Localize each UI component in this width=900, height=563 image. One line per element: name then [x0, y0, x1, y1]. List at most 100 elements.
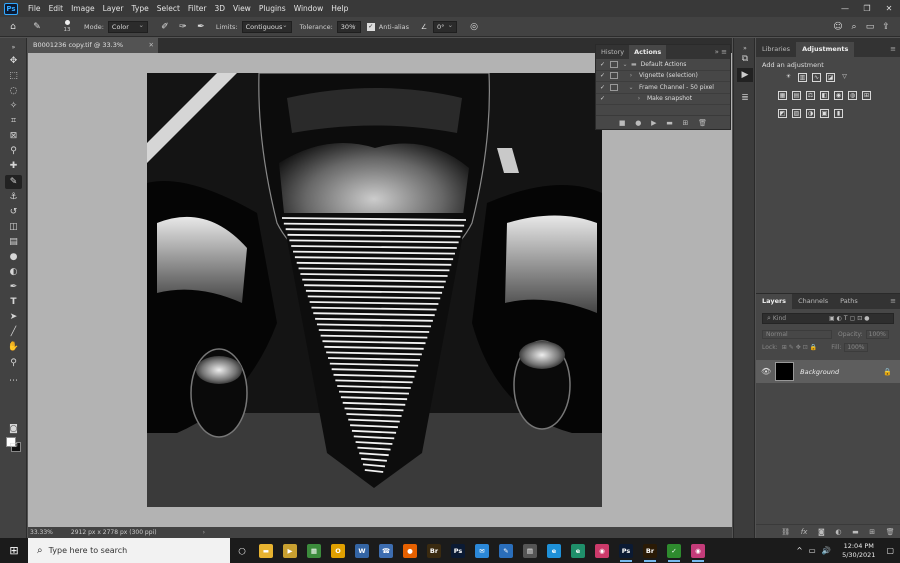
menu-image[interactable]: Image	[67, 0, 99, 17]
play-icon[interactable]: ▶	[651, 119, 656, 127]
tab-libraries[interactable]: Libraries	[756, 42, 796, 57]
posterize-icon[interactable]: ▨	[792, 109, 801, 118]
screen-mode-icon[interactable]: ▭	[5, 438, 22, 452]
blur-tool-icon[interactable]: ●	[5, 250, 22, 264]
taskbar-edge-app[interactable]: e	[566, 538, 590, 563]
taskbar-mail-app[interactable]: ✉	[470, 538, 494, 563]
taskbar-file-explorer[interactable]: ▬	[254, 538, 278, 563]
marquee-tool-icon[interactable]: ⬚	[5, 69, 22, 83]
taskbar-chrome-running[interactable]: ◉	[686, 538, 710, 563]
taskbar-ie-app[interactable]: e	[542, 538, 566, 563]
brush-tool-icon[interactable]: ✎	[5, 175, 22, 189]
dialog-toggle-icon[interactable]	[610, 60, 618, 68]
menu-window[interactable]: Window	[290, 0, 328, 17]
hue-sat-icon[interactable]: ▤	[792, 91, 801, 100]
windows-start-icon[interactable]: ⊞	[0, 538, 28, 563]
vibrance-icon[interactable]: ▦	[778, 91, 787, 100]
sampling-once-icon[interactable]: ✑	[176, 20, 190, 34]
eraser-tool-icon[interactable]: ◫	[5, 220, 22, 234]
check-icon[interactable]: ✓	[598, 72, 607, 79]
filter-type-icons[interactable]: ▣◐T▢⊡●	[829, 314, 872, 323]
layer-name[interactable]: Background	[800, 368, 839, 376]
new-adjustment-icon[interactable]: ◐	[835, 528, 841, 536]
lock-icons[interactable]: ⊞✎✥⊡🔒	[782, 344, 820, 351]
twisty-icon[interactable]: ›	[635, 95, 643, 102]
close-tab-icon[interactable]: ✕	[149, 38, 154, 53]
document-canvas-image[interactable]	[147, 73, 602, 507]
color-balance-icon[interactable]: ⚖	[806, 91, 815, 100]
network-icon[interactable]: ▭	[809, 546, 816, 555]
tray-chevron-icon[interactable]: ^	[796, 546, 802, 555]
notifications-icon[interactable]: ▢	[886, 546, 894, 555]
gradient-fill-icon[interactable]: ▮	[834, 109, 843, 118]
taskbar-photoshop-running[interactable]: Ps	[614, 538, 638, 563]
selective-color-icon[interactable]: ▣	[820, 109, 829, 118]
menu-help[interactable]: Help	[327, 0, 352, 17]
type-tool-icon[interactable]: T	[5, 295, 22, 309]
action-row[interactable]: ✓ ⌄ ▬ Default Actions	[596, 59, 730, 71]
sampling-background-icon[interactable]: ✒	[194, 20, 208, 34]
pressure-icon[interactable]: ◎	[467, 20, 481, 34]
layer-lock-icon[interactable]: 🔒	[883, 368, 892, 376]
actions-panel-icon[interactable]: ▶	[737, 68, 753, 82]
taskbar-media-app[interactable]: ▶	[278, 538, 302, 563]
blend-mode-select[interactable]: Normal	[762, 330, 832, 339]
eye-visibility-icon[interactable]: 👁	[761, 367, 771, 376]
menu-plugins[interactable]: Plugins	[255, 0, 290, 17]
taskbar-word-app[interactable]: W	[350, 538, 374, 563]
taskbar-check-app[interactable]: ✓	[662, 538, 686, 563]
menu-type[interactable]: Type	[128, 0, 153, 17]
more-tools-icon[interactable]: ⋯	[5, 374, 22, 388]
threshold-icon[interactable]: ◑	[806, 109, 815, 118]
workspace-icon[interactable]: ▭	[862, 22, 878, 32]
document-tab[interactable]: B0001236 copy.tif @ 33.3% (Gray/16*) ✕	[28, 38, 158, 64]
angle-input[interactable]: 0°	[433, 20, 458, 33]
properties-panel-icon[interactable]: ≣	[737, 91, 753, 105]
layer-row-background[interactable]: 👁 Background 🔒	[756, 360, 900, 383]
brightness-icon[interactable]: ☀	[784, 73, 793, 82]
check-icon[interactable]: ✓	[598, 84, 607, 91]
frame-tool-icon[interactable]: ⊠	[5, 129, 22, 143]
zoom-tool-icon[interactable]: ⚲	[5, 356, 22, 370]
menu-view[interactable]: View	[229, 0, 255, 17]
path-select-tool-icon[interactable]: ➤	[5, 310, 22, 324]
taskbar-outlook-app[interactable]: O	[326, 538, 350, 563]
action-row[interactable]: ✓ › Make snapshot	[596, 94, 730, 105]
gradient-tool-icon[interactable]: ▤	[5, 235, 22, 249]
eyedropper-tool-icon[interactable]: ⚲	[5, 144, 22, 158]
invert-icon[interactable]: ◩	[778, 109, 787, 118]
minimize-button[interactable]: —	[834, 0, 856, 17]
layer-mask-icon[interactable]: ◙	[818, 528, 825, 536]
opacity-input[interactable]: 100%	[865, 330, 889, 339]
tolerance-input[interactable]: 30%	[336, 20, 361, 33]
action-row[interactable]: ✓ ⌄ Frame Channel - 50 pixel	[596, 82, 730, 94]
pen-tool-icon[interactable]: ✒	[5, 280, 22, 294]
home-icon[interactable]: ⌂	[6, 20, 20, 34]
status-expand-icon[interactable]: ›	[203, 529, 205, 536]
antialias-checkbox[interactable]: ✓	[366, 22, 375, 31]
taskbar-clock[interactable]: 12:04 PM 5/30/2021	[842, 542, 875, 560]
line-tool-icon[interactable]: ╱	[5, 325, 22, 339]
taskbar-firefox-app[interactable]: ●	[398, 538, 422, 563]
curves-icon[interactable]: ∿	[812, 73, 821, 82]
tab-paths[interactable]: Paths	[834, 294, 864, 309]
dialog-toggle-icon[interactable]	[610, 83, 618, 91]
twisty-icon[interactable]: ⌄	[627, 84, 635, 91]
menu-3d[interactable]: 3D	[210, 0, 229, 17]
stop-icon[interactable]: ■	[619, 119, 626, 127]
brush-preset-icon[interactable]: ✎	[30, 20, 44, 34]
dialog-toggle-icon[interactable]	[610, 72, 618, 80]
close-button[interactable]: ✕	[878, 0, 900, 17]
tab-channels[interactable]: Channels	[792, 294, 834, 309]
taskbar-task-view[interactable]: ◯	[230, 538, 254, 563]
fill-input[interactable]: 100%	[844, 343, 868, 352]
taskbar-chrome-app[interactable]: ◉	[590, 538, 614, 563]
dodge-tool-icon[interactable]: ◐	[5, 265, 22, 279]
quick-select-tool-icon[interactable]: ✧	[5, 99, 22, 113]
panel-menu-icon[interactable]: » ≡	[715, 45, 727, 59]
trash-icon[interactable]: 🗑	[698, 119, 707, 127]
menu-filter[interactable]: Filter	[184, 0, 211, 17]
quick-mask-icon[interactable]: ◙	[5, 422, 22, 436]
taskbar-photoshop-app[interactable]: Ps	[446, 538, 470, 563]
photo-filter-icon[interactable]: ◉	[834, 91, 843, 100]
